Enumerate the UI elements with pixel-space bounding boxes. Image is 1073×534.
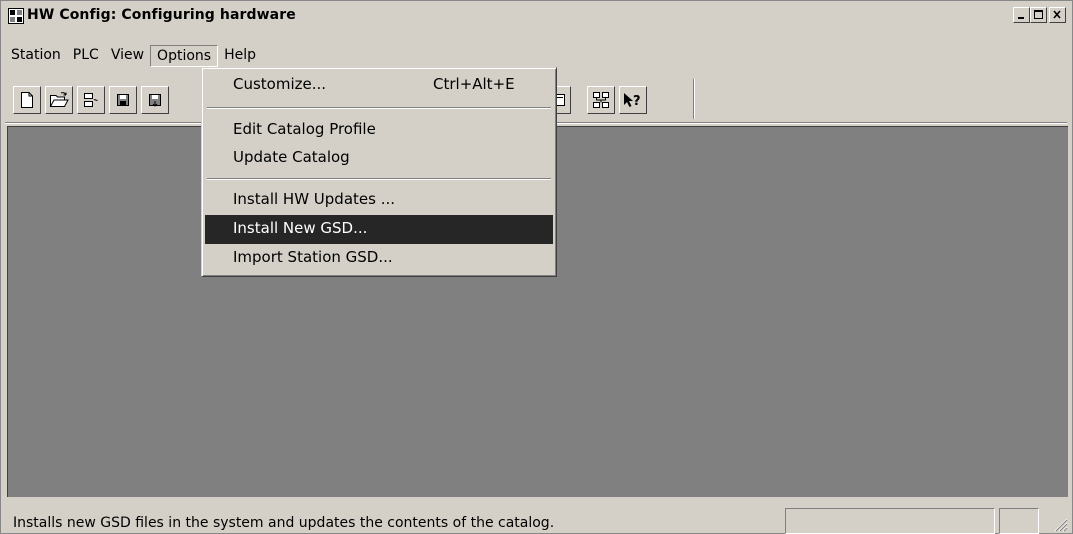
save-button[interactable] [109,86,137,114]
save-compile-button[interactable] [141,86,169,114]
menu-item-label: Update Catalog [233,148,350,166]
menu-item-label: Customize... [233,75,327,93]
menu-item-label: Edit Catalog Profile [233,120,376,138]
maximize-button[interactable] [1030,7,1047,23]
whats-this-button[interactable]: ? [619,86,647,114]
menu-separator [207,178,551,180]
menu-separator [207,107,551,109]
new-icon [21,92,33,108]
toolbar-separator [693,79,695,119]
whats-this-icon: ? [624,93,641,109]
close-icon [1053,10,1061,19]
status-pane-1 [785,508,995,534]
window-controls [1013,7,1066,23]
menu-station[interactable]: Station [5,45,67,67]
open-button[interactable] [45,86,73,114]
menu-bar: Station PLC View Options Help [5,45,262,67]
menu-help[interactable]: Help [218,45,262,67]
menu-item-install-hw-updates[interactable]: Install HW Updates ... [205,186,553,212]
menu-item-shortcut: Ctrl+Alt+E [433,75,515,93]
menu-item-label: Install New GSD... [233,219,368,237]
close-button[interactable] [1049,7,1066,23]
station-button[interactable] [77,86,105,114]
station-icon [84,93,98,107]
save-compile-icon [149,94,161,107]
network-icon [593,92,609,108]
save-icon [117,94,129,106]
new-button[interactable] [13,86,41,114]
menu-item-install-new-gsd[interactable]: Install New GSD... [205,215,553,244]
menu-item-import-station-gsd[interactable]: Import Station GSD... [205,244,553,270]
maximize-icon [1034,10,1043,19]
menu-view[interactable]: View [105,45,150,67]
menu-item-customize[interactable]: Customize... Ctrl+Alt+E [205,71,553,97]
toolbar [13,83,169,117]
menu-item-edit-catalog-profile[interactable]: Edit Catalog Profile [205,116,553,142]
hw-config-app-icon[interactable] [8,8,24,24]
window-title: HW Config: Configuring hardware [27,7,296,23]
status-pane-2 [999,508,1039,534]
svg-text:?: ? [633,94,641,109]
minimize-icon [1018,17,1024,19]
menu-options[interactable]: Options [150,45,219,67]
open-icon [49,92,69,107]
menu-plc[interactable]: PLC [67,45,105,67]
resize-grip-icon[interactable] [1052,516,1068,532]
toolbar-right: ? [549,83,647,117]
menu-item-label: Import Station GSD... [233,248,393,266]
minimize-button[interactable] [1013,7,1030,23]
title-bar[interactable]: HW Config: Configuring hardware [7,5,1068,27]
hw-config-window: HW Config: Configuring hardware Station … [0,0,1073,534]
status-text: Installs new GSD files in the system and… [13,515,555,531]
menu-item-update-catalog[interactable]: Update Catalog [205,144,553,170]
menu-item-label: Install HW Updates ... [233,190,396,208]
status-bar: Installs new GSD files in the system and… [1,506,1073,534]
options-menu: Customize... Ctrl+Alt+E Edit Catalog Pro… [201,67,557,277]
network-button[interactable] [587,86,615,114]
